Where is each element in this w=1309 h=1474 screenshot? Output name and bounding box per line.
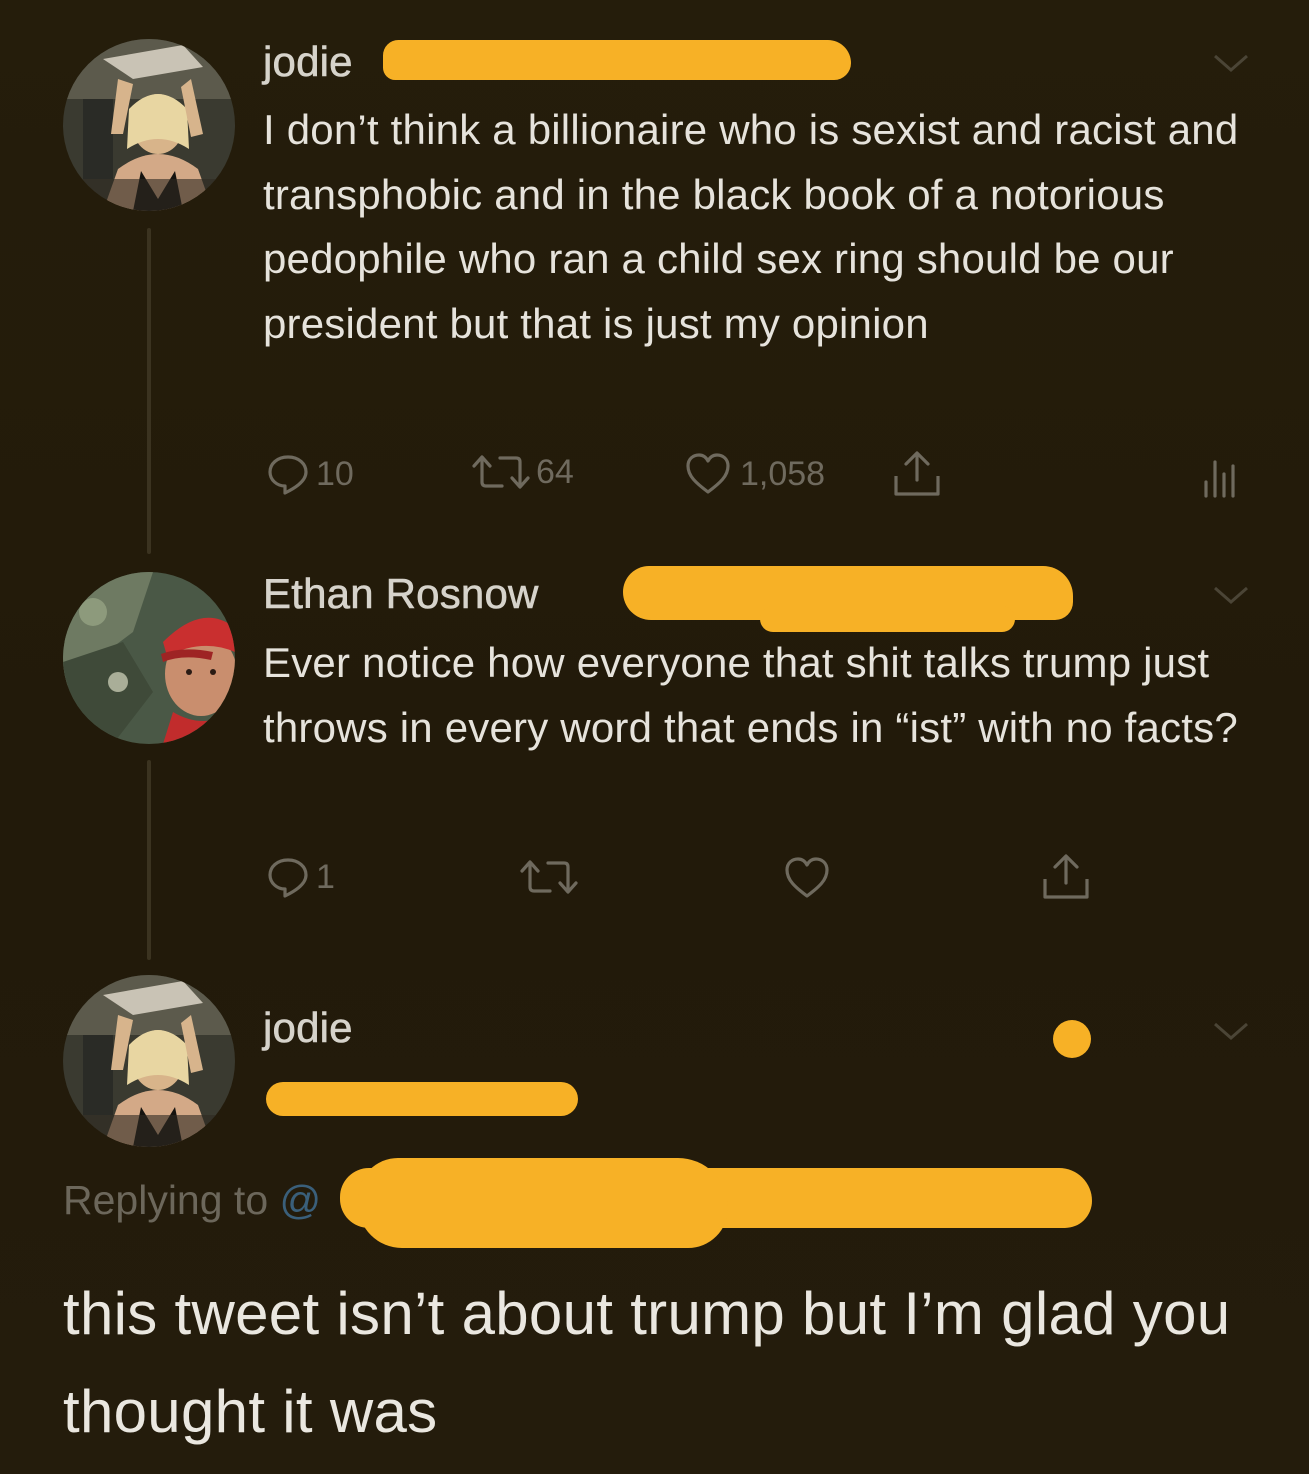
reply-button[interactable]: 10: [266, 452, 354, 496]
author-name[interactable]: jodie: [263, 1004, 353, 1052]
tweet-text: Ever notice how everyone that shit talks…: [263, 639, 1238, 751]
thread-connector: [147, 760, 151, 960]
retweet-icon: [472, 455, 530, 489]
like-button[interactable]: [783, 856, 831, 900]
reply-handle[interactable]: @: [280, 1177, 322, 1223]
retweet-button[interactable]: [518, 857, 580, 897]
chevron-down-icon[interactable]: [1212, 584, 1250, 606]
share-icon: [1043, 854, 1089, 899]
share-button[interactable]: [1041, 853, 1091, 901]
retweet-icon: [520, 860, 578, 894]
like-icon: [785, 857, 829, 898]
share-icon: [894, 451, 940, 496]
redaction-mark: [1053, 1020, 1091, 1058]
avatar[interactable]: [63, 975, 235, 1147]
chevron-down-icon[interactable]: [1212, 1020, 1250, 1042]
like-button[interactable]: 1,058: [684, 452, 825, 496]
author-name[interactable]: jodie: [263, 38, 353, 86]
redaction-mark: [383, 40, 851, 80]
reply-button[interactable]: 1: [266, 855, 335, 899]
thread-connector: [147, 228, 151, 554]
replying-to-label: Replying to: [63, 1177, 269, 1223]
retweet-button[interactable]: 64: [470, 452, 574, 492]
author-name[interactable]: Ethan Rosnow: [263, 570, 539, 618]
reply-count: 1: [316, 857, 335, 896]
like-icon: [686, 453, 730, 494]
retweet-count: 64: [536, 452, 574, 491]
chevron-down-icon[interactable]: [1212, 52, 1250, 74]
avatar[interactable]: [63, 572, 235, 744]
focused-tweet-text: this tweet isn’t about trump but I’m gla…: [63, 1280, 1231, 1445]
replying-to-line: Replying to @: [63, 1177, 321, 1224]
redaction-mark: [358, 1158, 728, 1248]
tweet-thread: jodie I don’t think a billionaire who is…: [0, 0, 1309, 1474]
redaction-mark: [760, 606, 1015, 632]
like-count: 1,058: [740, 454, 826, 493]
tweet-text: I don’t think a billionaire who is sexis…: [263, 106, 1239, 347]
analytics-icon: [1204, 460, 1235, 498]
reply-icon: [268, 858, 308, 898]
reply-icon: [268, 455, 308, 495]
share-button[interactable]: [892, 450, 942, 498]
analytics-button[interactable]: [1201, 454, 1237, 498]
reply-count: 10: [316, 454, 354, 493]
redaction-mark: [266, 1082, 578, 1116]
avatar[interactable]: [63, 39, 235, 211]
